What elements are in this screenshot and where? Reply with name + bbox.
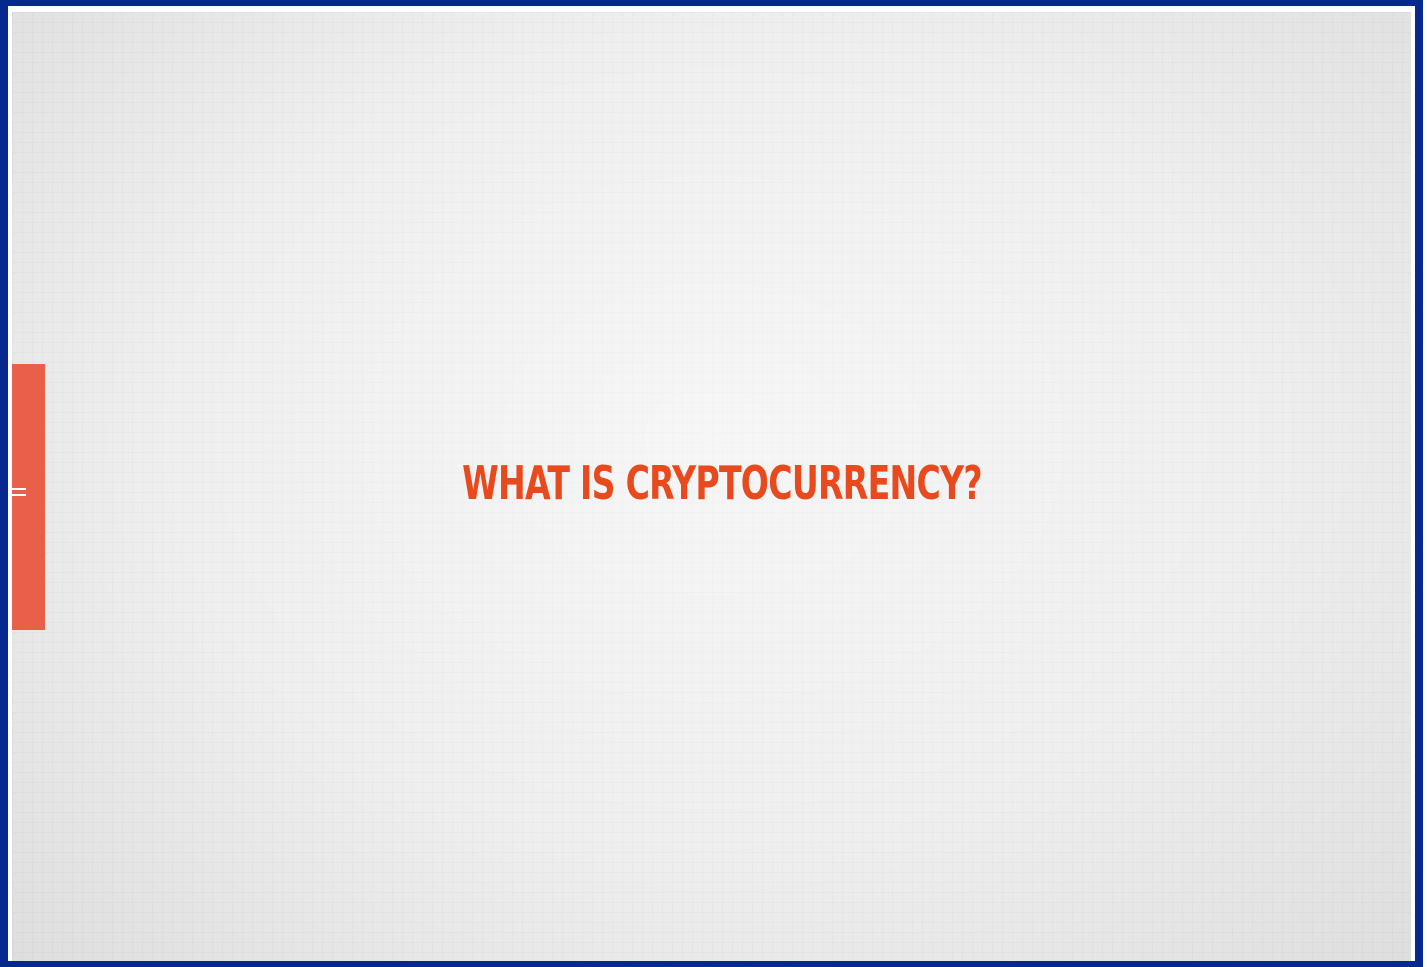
slide-stage: WHAT IS CRYPTOCURRENCY? — [12, 12, 1411, 961]
menu-icon-bar — [12, 488, 26, 490]
menu-icon-bar — [12, 494, 26, 496]
slide-headline: WHAT IS CRYPTOCURRENCY? — [462, 456, 982, 510]
window-frame: WHAT IS CRYPTOCURRENCY? — [0, 0, 1423, 967]
side-menu-tab[interactable] — [12, 364, 45, 630]
menu-icon[interactable] — [12, 488, 26, 498]
